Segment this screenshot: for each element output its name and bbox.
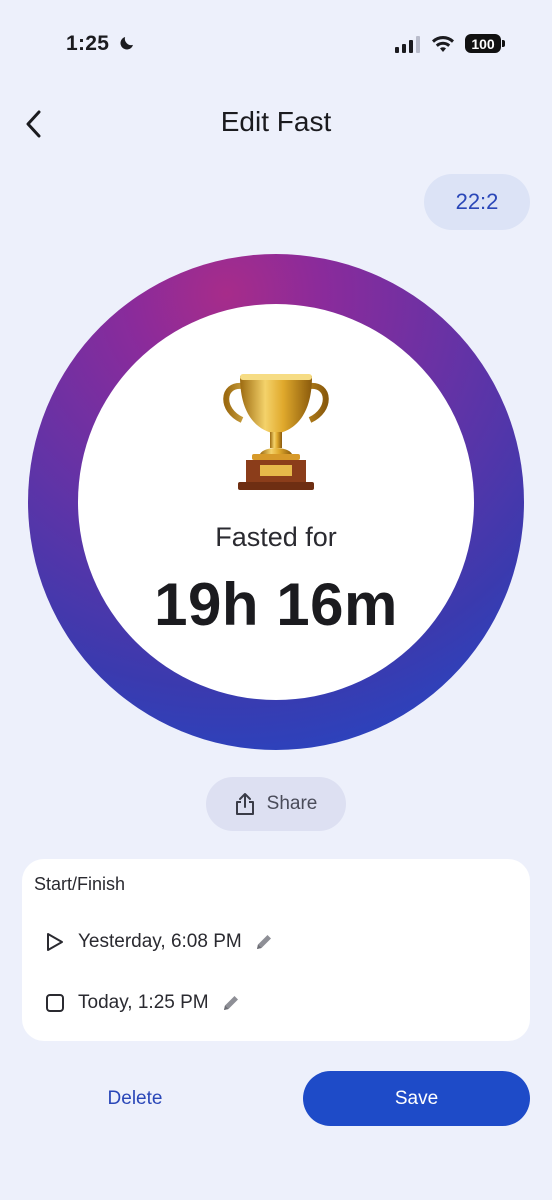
- start-time-text: Yesterday, 6:08 PM: [78, 931, 242, 952]
- stop-square-icon: [46, 994, 64, 1012]
- finish-time-text: Today, 1:25 PM: [78, 992, 209, 1013]
- battery-tip: [502, 40, 505, 47]
- start-time-row[interactable]: Yesterday, 6:08 PM: [44, 931, 274, 953]
- cellular-signal-icon: [395, 36, 420, 53]
- pencil-icon[interactable]: [221, 993, 241, 1013]
- share-icon: [235, 793, 254, 815]
- share-label: Share: [266, 793, 318, 814]
- save-button[interactable]: Save: [303, 1071, 530, 1126]
- play-icon: [47, 933, 63, 951]
- pencil-icon[interactable]: [254, 932, 274, 952]
- fasted-duration: 19h 16m: [154, 571, 398, 638]
- fasting-ratio-badge[interactable]: 22:2: [424, 174, 530, 230]
- battery-icon: 100: [465, 34, 501, 53]
- share-button[interactable]: Share: [206, 777, 346, 831]
- finish-time-row[interactable]: Today, 1:25 PM: [44, 992, 241, 1014]
- start-finish-title: Start/Finish: [34, 874, 126, 894]
- delete-button[interactable]: Delete: [75, 1072, 195, 1126]
- trophy-icon: [223, 374, 329, 490]
- status-time: 1:25: [66, 32, 110, 55]
- moon-icon: [120, 37, 133, 50]
- wifi-icon: [432, 36, 454, 52]
- page-title: Edit Fast: [220, 106, 332, 137]
- fasted-label: Fasted for: [215, 522, 337, 552]
- progress-ring-center: [78, 304, 474, 700]
